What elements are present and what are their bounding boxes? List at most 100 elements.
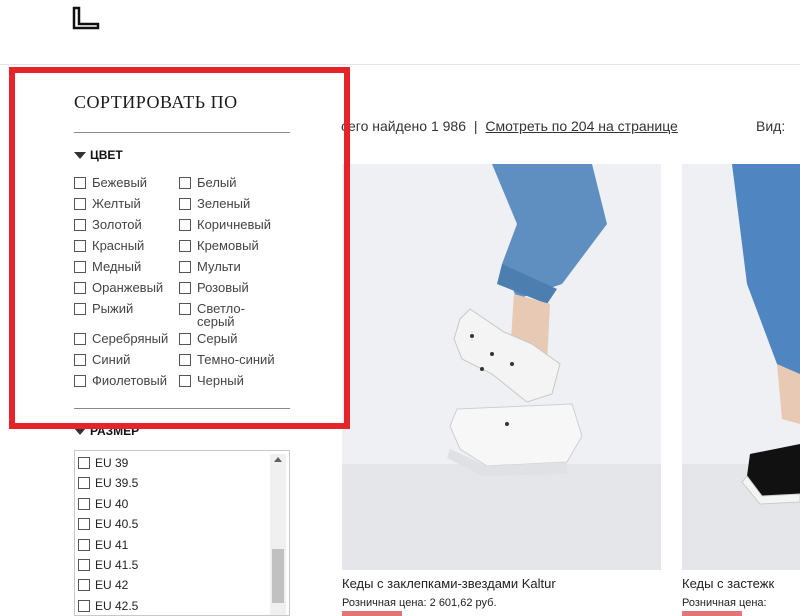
size-option[interactable]: EU 42 — [78, 579, 138, 599]
checkbox[interactable] — [179, 198, 191, 210]
option-label: EU 41 — [95, 537, 129, 552]
option-label: Серебряный — [92, 331, 169, 346]
option-label: Темно-синий — [197, 352, 275, 367]
color-option[interactable]: Бежевый — [74, 176, 179, 193]
option-label: Рыжий — [92, 301, 134, 316]
color-option[interactable]: Коричневый — [179, 218, 289, 235]
color-option[interactable]: Синий — [74, 353, 179, 370]
checkbox[interactable] — [179, 177, 191, 189]
checkbox[interactable] — [78, 497, 90, 510]
view-label: Вид: — [756, 118, 786, 134]
option-label: Медный — [92, 259, 142, 274]
color-option[interactable]: Черный — [179, 374, 289, 391]
option-label: EU 41.5 — [95, 557, 139, 572]
scroll-up-arrow-icon[interactable] — [274, 457, 282, 462]
color-option[interactable]: Красный — [74, 239, 179, 256]
size-option[interactable]: EU 39 — [78, 457, 138, 477]
option-label: Светло- серый — [197, 301, 245, 329]
sale-price — [682, 611, 742, 616]
size-scrollbar[interactable] — [270, 454, 286, 615]
checkbox[interactable] — [78, 599, 90, 612]
checkbox[interactable] — [179, 282, 191, 294]
option-label: EU 40 — [95, 496, 129, 511]
size-option[interactable]: EU 40 — [78, 496, 138, 518]
color-option[interactable]: Белый — [179, 176, 289, 193]
option-label: Белый — [197, 175, 237, 190]
option-label: Желтый — [92, 196, 141, 211]
color-facet-divider — [74, 408, 290, 409]
checkbox[interactable] — [179, 375, 191, 387]
product-price: Розничная цена: 2 601,62 руб. — [342, 597, 497, 609]
checkbox[interactable] — [74, 177, 86, 189]
checkbox[interactable] — [78, 518, 90, 531]
checkbox[interactable] — [74, 354, 86, 366]
checkbox[interactable] — [179, 303, 191, 315]
size-option[interactable]: EU 39.5 — [78, 477, 138, 497]
checkbox[interactable] — [74, 219, 86, 231]
size-option[interactable]: EU 42.5 — [78, 599, 138, 615]
option-label: EU 42 — [95, 578, 129, 593]
per-page-link[interactable]: Смотреть по 204 на странице — [485, 118, 677, 134]
option-label: EU 39.5 — [95, 476, 139, 491]
sort-title: СОРТИРОВАТЬ ПО — [74, 92, 238, 112]
size-options: EU 39 EU 39.5 EU 40 EU 40.5 EU 41 EU 41.5 EU 4… — [78, 457, 139, 615]
product-image[interactable] — [682, 164, 800, 570]
color-option[interactable]: Серый — [179, 332, 289, 349]
caret-down-icon — [74, 427, 86, 435]
checkbox[interactable] — [74, 198, 86, 210]
option-label: Фиолетовый — [92, 373, 168, 388]
checkbox[interactable] — [74, 333, 86, 345]
product-title[interactable]: Кеды с застежк — [682, 576, 774, 591]
color-option[interactable]: Светло- серый — [179, 302, 289, 328]
product-title[interactable]: Кеды с заклепками-звездами Kaltur — [342, 576, 556, 591]
size-facet-title: РАЗМЕР — [90, 424, 140, 438]
size-option[interactable]: EU 41 — [78, 537, 138, 559]
color-option[interactable]: Мульти — [179, 260, 289, 277]
color-facet-toggle[interactable]: ЦВЕТ — [74, 148, 123, 162]
checkbox[interactable] — [74, 282, 86, 294]
option-label: Бежевый — [92, 175, 148, 190]
sale-price — [342, 611, 402, 616]
results-count: сего найдено 1 986 — [341, 118, 466, 134]
option-label: EU 40.5 — [95, 517, 139, 532]
color-option[interactable]: Серебряный — [74, 332, 179, 349]
color-option[interactable]: Зеленый — [179, 197, 289, 214]
brand-logo-icon[interactable] — [72, 6, 100, 30]
checkbox[interactable] — [78, 477, 90, 490]
checkbox[interactable] — [78, 558, 90, 571]
color-facet-title: ЦВЕТ — [90, 148, 123, 162]
color-option[interactable]: Медный — [74, 260, 179, 277]
color-option[interactable]: Темно-синий — [179, 353, 289, 370]
color-option[interactable]: Розовый — [179, 281, 289, 298]
product-price: Розничная цена: — [682, 597, 767, 609]
option-label: EU 39 — [95, 456, 129, 470]
color-option[interactable]: Фиолетовый — [74, 374, 179, 391]
checkbox[interactable] — [179, 240, 191, 252]
checkbox[interactable] — [74, 375, 86, 387]
option-label: Розовый — [197, 280, 249, 295]
color-option[interactable]: Кремовый — [179, 239, 289, 256]
checkbox[interactable] — [74, 261, 86, 273]
checkbox[interactable] — [78, 579, 90, 592]
checkbox[interactable] — [179, 354, 191, 366]
option-label: Оранжевый — [92, 280, 164, 295]
size-option[interactable]: EU 41.5 — [78, 557, 139, 579]
option-label: Серый — [197, 331, 238, 346]
checkbox[interactable] — [179, 219, 191, 231]
checkbox[interactable] — [179, 261, 191, 273]
color-option[interactable]: Оранжевый — [74, 281, 179, 298]
checkbox[interactable] — [78, 538, 90, 551]
size-option[interactable]: EU 40.5 — [78, 518, 138, 538]
option-label: Черный — [197, 373, 244, 388]
size-facet-toggle[interactable]: РАЗМЕР — [74, 424, 139, 438]
color-option[interactable]: Желтый — [74, 197, 179, 214]
product-image[interactable] — [342, 164, 661, 570]
checkbox[interactable] — [74, 303, 86, 315]
size-options-box[interactable]: EU 39 EU 39.5 EU 40 EU 40.5 EU 41 EU 41.5 EU 4… — [74, 450, 290, 616]
color-option[interactable]: Рыжий — [74, 302, 179, 328]
checkbox[interactable] — [74, 240, 86, 252]
color-option[interactable]: Золотой — [74, 218, 179, 235]
scroll-thumb[interactable] — [272, 549, 284, 603]
checkbox[interactable] — [179, 333, 191, 345]
checkbox[interactable] — [78, 457, 90, 469]
